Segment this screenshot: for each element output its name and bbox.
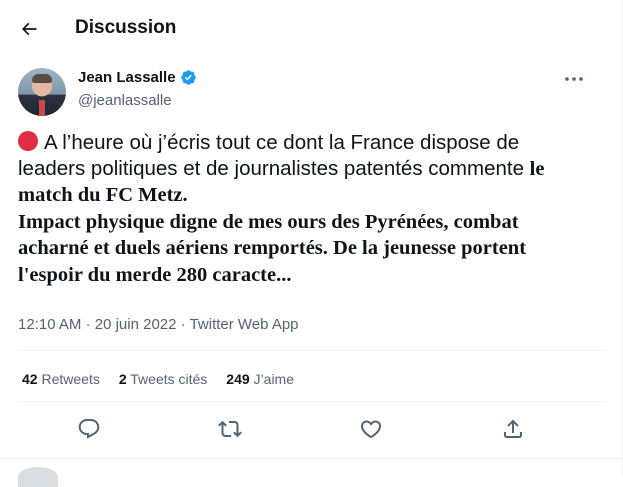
- author-name[interactable]: Jean Lassalle: [78, 69, 176, 86]
- tweet-meta: 12:10 AM · 20 juin 2022 · Twitter Web Ap…: [18, 316, 299, 333]
- tweet-source[interactable]: Twitter Web App: [190, 316, 299, 333]
- arrow-left-icon: [21, 22, 37, 36]
- reply-avatar[interactable]: [18, 467, 58, 487]
- tweet-stats: 42 Retweets 2 Tweets cités 249 J’aime: [22, 371, 294, 387]
- tweet-time[interactable]: 12:10 AM: [18, 316, 81, 333]
- verified-badge-icon: [180, 70, 196, 85]
- divider: [18, 401, 606, 402]
- retweets-stat[interactable]: 42 Retweets: [22, 371, 100, 387]
- meta-separator: ·: [180, 316, 186, 333]
- tweet-actions: [0, 413, 622, 445]
- more-horizontal-icon: [565, 77, 583, 81]
- divider: [18, 350, 606, 351]
- tweet-text-regular: A l’heure où j’écris tout ce dont la Fra…: [18, 131, 524, 180]
- tweet-text-overlay-line2: Impact physique digne de mes ours des Py…: [18, 210, 527, 286]
- author-name-row[interactable]: Jean Lassalle: [78, 69, 197, 86]
- tweet-text: A l’heure où j’écris tout ce dont la Fra…: [18, 130, 578, 288]
- red-circle-emoji: [18, 131, 38, 151]
- more-button[interactable]: [562, 70, 586, 88]
- divider: [0, 458, 622, 459]
- avatar[interactable]: [18, 68, 66, 116]
- likes-stat[interactable]: 249 J’aime: [226, 371, 294, 387]
- page-title: Discussion: [75, 17, 177, 38]
- share-icon[interactable]: [501, 417, 525, 441]
- retweet-icon[interactable]: [218, 417, 242, 441]
- back-button[interactable]: [12, 12, 46, 46]
- heart-icon[interactable]: [359, 417, 383, 441]
- author-handle[interactable]: @jeanlassalle: [78, 92, 172, 109]
- tweet-date[interactable]: 20 juin 2022: [95, 316, 177, 333]
- quote-tweets-stat[interactable]: 2 Tweets cités: [119, 371, 207, 387]
- reply-icon[interactable]: [77, 417, 101, 441]
- header: Discussion: [0, 0, 622, 58]
- avatar-hair: [32, 74, 52, 83]
- avatar-tie: [39, 100, 45, 116]
- meta-separator: ·: [85, 316, 91, 333]
